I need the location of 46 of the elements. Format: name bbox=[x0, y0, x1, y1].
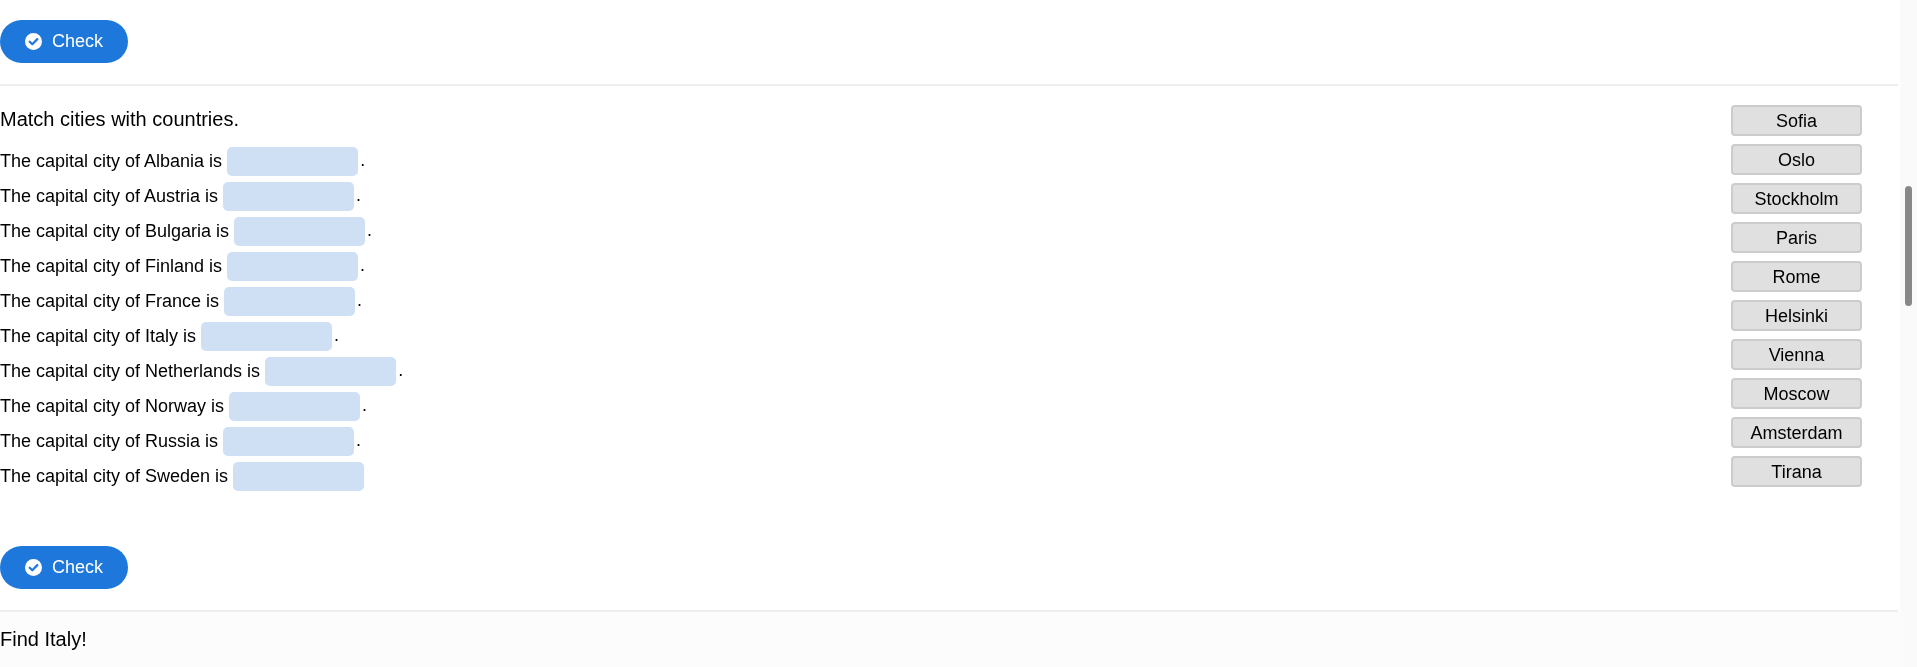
sentence-text: The capital city of Bulgaria is bbox=[0, 220, 230, 243]
period-text: . bbox=[367, 219, 373, 242]
answer-blank[interactable] bbox=[234, 217, 366, 246]
answer-blank[interactable] bbox=[223, 427, 355, 456]
answer-blank[interactable] bbox=[227, 252, 359, 281]
answer-blank[interactable] bbox=[229, 392, 361, 421]
sentence-text: The capital city of Albania is bbox=[0, 150, 223, 173]
sentence-text: The capital city of Netherlands is bbox=[0, 360, 261, 383]
answer-blank[interactable] bbox=[223, 182, 355, 211]
sentence-text: The capital city of Russia is bbox=[0, 430, 219, 453]
period-text: . bbox=[334, 324, 340, 347]
word-chip[interactable]: Paris bbox=[1731, 222, 1862, 253]
sentence-text: The capital city of Sweden is bbox=[0, 465, 229, 488]
instruction-text: Match cities with countries. bbox=[0, 107, 240, 131]
word-chip[interactable]: Rome bbox=[1731, 261, 1862, 292]
answer-blank[interactable] bbox=[201, 322, 333, 351]
word-chip[interactable]: Amsterdam bbox=[1731, 417, 1862, 448]
period-text: . bbox=[398, 359, 404, 382]
word-chip[interactable]: Oslo bbox=[1731, 144, 1862, 175]
answer-blank[interactable] bbox=[224, 287, 356, 316]
answer-blank[interactable] bbox=[227, 147, 359, 176]
check-circle-icon bbox=[25, 559, 42, 576]
period-text: . bbox=[357, 289, 363, 312]
sentence-text: The capital city of Italy is bbox=[0, 325, 197, 348]
period-text: . bbox=[360, 254, 366, 277]
word-chip[interactable]: Stockholm bbox=[1731, 183, 1862, 214]
sentence-text: The capital city of Norway is bbox=[0, 395, 225, 418]
word-chip[interactable]: Helsinki bbox=[1731, 300, 1862, 331]
word-chip[interactable]: Vienna bbox=[1731, 339, 1862, 370]
check-button[interactable]: Check bbox=[0, 20, 129, 63]
word-chip[interactable]: Moscow bbox=[1731, 378, 1862, 409]
word-chip[interactable]: Tirana bbox=[1731, 456, 1862, 487]
answer-blank[interactable] bbox=[233, 462, 365, 491]
check-button[interactable]: Check bbox=[0, 546, 129, 589]
period-text: . bbox=[356, 184, 362, 207]
check-circle-icon bbox=[25, 33, 42, 50]
sentence-text: The capital city of France is bbox=[0, 290, 220, 313]
word-chip[interactable]: Sofia bbox=[1731, 105, 1862, 136]
period-text: . bbox=[362, 394, 368, 417]
scrollbar-thumb[interactable] bbox=[1905, 186, 1912, 306]
sentence-text: The capital city of Finland is bbox=[0, 255, 223, 278]
period-text: . bbox=[360, 149, 366, 172]
instruction-text: Find Italy! bbox=[0, 627, 88, 651]
period-text: . bbox=[356, 429, 362, 452]
sentence-text: The capital city of Austria is bbox=[0, 185, 219, 208]
answer-blank[interactable] bbox=[265, 357, 397, 386]
